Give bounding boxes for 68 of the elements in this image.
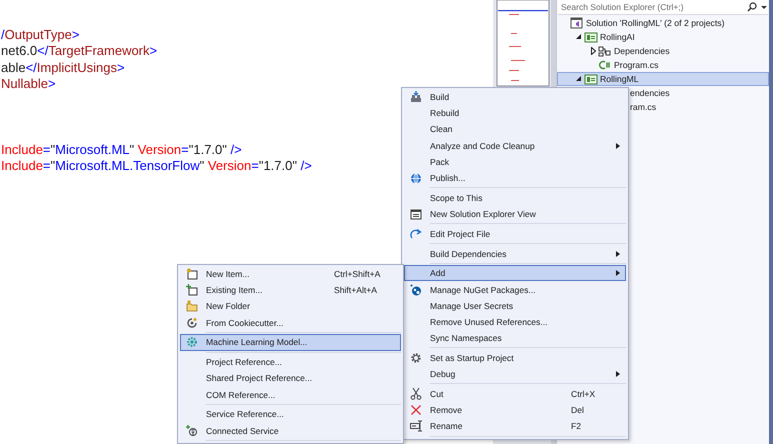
file-icon bbox=[598, 59, 612, 71]
menu-item[interactable]: Manage User Secrets bbox=[404, 298, 626, 314]
code-line: able</ImplicitUsings> bbox=[0, 60, 125, 76]
package-icon bbox=[410, 284, 422, 296]
menu-item[interactable]: Project Reference... bbox=[180, 354, 401, 370]
add-item-icon bbox=[186, 284, 198, 296]
rename-icon bbox=[410, 420, 422, 432]
shortcut-label: Ctrl+X bbox=[571, 388, 596, 399]
menu-item[interactable]: From Cookiecutter... bbox=[180, 314, 401, 331]
menu-item[interactable]: Service Reference... bbox=[180, 406, 401, 422]
menu-item[interactable]: COM Reference... bbox=[180, 386, 401, 403]
dependencies-icon bbox=[598, 45, 612, 57]
tree-item[interactable]: Program.cs bbox=[557, 58, 769, 72]
tree-item[interactable]: Solution 'RollingML' (2 of 2 projects) bbox=[557, 16, 769, 30]
menu-item[interactable]: Machine Learning Model... bbox=[180, 334, 401, 351]
project-icon bbox=[584, 73, 598, 85]
code-line: Include="Microsoft.ML.TensorFlow" Version="1.7.0" /> bbox=[0, 158, 312, 175]
menu-item[interactable]: Build bbox=[404, 89, 626, 106]
menu-item[interactable]: New Item... Ctrl+Shift+A bbox=[180, 266, 401, 282]
menu-item[interactable]: Connected Service bbox=[180, 422, 401, 439]
menu-item[interactable]: Rebuild bbox=[404, 105, 626, 122]
menu-item[interactable]: Publish... bbox=[404, 170, 626, 186]
scissors-icon bbox=[410, 388, 422, 400]
menu-item[interactable]: Cut Ctrl+X bbox=[404, 386, 626, 402]
menu-item[interactable]: Scope to This bbox=[404, 190, 626, 206]
code-line: net6.0</TargetFramework> bbox=[0, 43, 158, 60]
menu-item[interactable]: Add bbox=[404, 265, 626, 282]
project-icon bbox=[584, 31, 598, 43]
service-icon bbox=[186, 424, 198, 437]
search-field[interactable]: Search Solution Explorer (Ctrl+;) bbox=[558, 0, 768, 15]
menu-item[interactable]: Analyze and Code Cleanup bbox=[404, 138, 626, 154]
menu-item[interactable]: Debug bbox=[404, 366, 626, 382]
menu-item[interactable]: Edit Project File bbox=[404, 226, 626, 242]
window-icon bbox=[410, 208, 422, 220]
tree-item[interactable]: Dependencies bbox=[557, 44, 769, 58]
shortcut-label: Ctrl+Shift+A bbox=[334, 269, 380, 280]
menu-item[interactable]: Manage NuGet Packages... bbox=[404, 281, 626, 298]
cycle-icon bbox=[186, 316, 198, 329]
tree-item[interactable]: RollingAI bbox=[557, 30, 769, 44]
tree-item[interactable]: RollingML bbox=[557, 72, 769, 86]
menu-item[interactable]: Shared Project Reference... bbox=[180, 370, 401, 386]
menu-item[interactable]: Remove Del bbox=[404, 402, 626, 418]
shortcut-label: Shift+Alt+A bbox=[334, 285, 377, 296]
gear-icon bbox=[410, 352, 422, 364]
code-line: Nullable> bbox=[0, 76, 56, 93]
code-line: Include="Microsoft.ML" Version="1.7.0" /> bbox=[0, 142, 242, 158]
globe-icon bbox=[410, 172, 422, 184]
menu-item[interactable]: Rename F2 bbox=[404, 418, 626, 434]
code-line: /OutputType> bbox=[0, 27, 80, 44]
menu-item[interactable]: Build Dependencies bbox=[404, 245, 626, 262]
redo-icon bbox=[410, 228, 422, 240]
delete-icon bbox=[410, 404, 422, 416]
gear-icon bbox=[186, 336, 198, 348]
shortcut-label: Del bbox=[571, 405, 584, 416]
menu-item[interactable]: Existing Item... Shift+Alt+A bbox=[180, 282, 401, 298]
menu-item[interactable]: Set as Startup Project bbox=[404, 350, 626, 366]
new-item-icon bbox=[186, 268, 198, 280]
folder-icon bbox=[186, 300, 198, 312]
search-icon bbox=[747, 2, 757, 12]
menu-item[interactable]: Pack bbox=[404, 154, 626, 170]
menu-item[interactable]: Clean bbox=[404, 121, 626, 138]
menu-item[interactable]: New Solution Explorer View bbox=[404, 206, 626, 222]
menu-item[interactable]: New Folder bbox=[180, 298, 401, 315]
shortcut-label: F2 bbox=[571, 421, 582, 432]
menu-item[interactable]: Sync Namespaces bbox=[404, 330, 626, 346]
menu-item[interactable]: Remove Unused References... bbox=[404, 314, 626, 330]
solution-icon bbox=[570, 17, 584, 29]
build-icon bbox=[410, 91, 422, 104]
